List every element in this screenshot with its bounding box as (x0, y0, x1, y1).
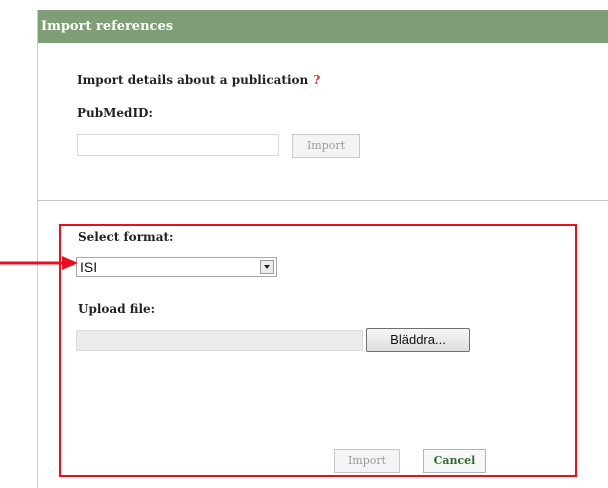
file-upload-section: Select format: ISI Upload file: Bläddra.… (38, 201, 608, 488)
publication-import-section: Import details about a publication? PubM… (38, 43, 608, 200)
file-path-field[interactable] (76, 330, 363, 351)
format-select[interactable]: ISI (76, 257, 277, 277)
upload-import-button[interactable]: Import (334, 449, 400, 473)
publication-heading-text: Import details about a publication (77, 73, 309, 87)
chevron-down-icon[interactable] (260, 260, 274, 274)
import-references-dialog: Import references Import details about a… (37, 10, 608, 488)
pubmed-id-input[interactable] (77, 134, 279, 156)
red-arrow-icon (0, 256, 78, 270)
upload-file-label: Upload file: (78, 302, 156, 316)
dialog-title: Import references (38, 10, 608, 43)
select-format-label: Select format: (78, 230, 174, 244)
help-icon[interactable]: ? (313, 73, 320, 87)
publication-heading: Import details about a publication? (77, 73, 320, 87)
pubmed-import-button[interactable]: Import (292, 134, 360, 158)
format-selected-value: ISI (80, 259, 98, 275)
pubmed-id-label: PubMedID: (77, 106, 153, 120)
browse-button[interactable]: Bläddra... (366, 328, 470, 352)
cancel-button[interactable]: Cancel (423, 449, 486, 473)
